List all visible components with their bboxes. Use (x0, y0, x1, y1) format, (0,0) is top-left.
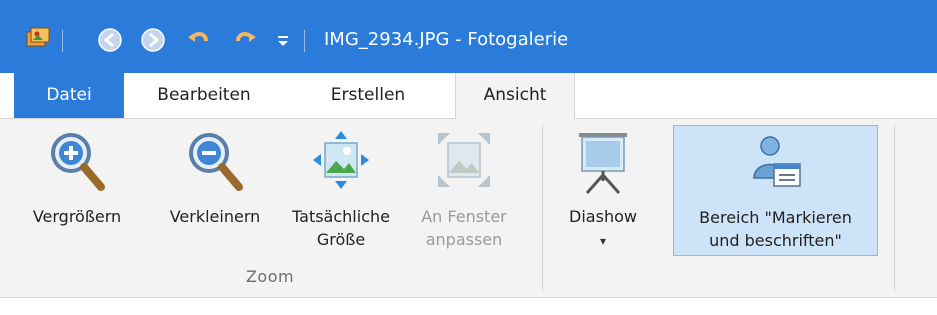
fit-to-window-icon (434, 129, 494, 197)
slideshow-label: Diashow (569, 207, 637, 226)
undo-icon[interactable] (186, 27, 212, 57)
tab-file[interactable]: Datei (14, 73, 124, 119)
slideshow-icon (573, 129, 633, 201)
tag-pane-button[interactable]: Bereich "Markieren und beschriften" (673, 125, 878, 256)
zoom-in-label: Vergrößern (32, 207, 122, 226)
forward-icon[interactable] (140, 27, 166, 57)
zoom-in-button[interactable]: Vergrößern (2, 119, 152, 269)
fit-to-window-label-line1: An Fenster (421, 207, 507, 226)
actual-size-label-line1: Tatsächliche (292, 207, 390, 226)
actual-size-label-line2: Größe (316, 230, 366, 249)
zoom-group-label: Zoom (245, 267, 295, 286)
ribbon-view: Vergrößern Verkleinern Tatsächliche Größ… (0, 119, 937, 299)
tab-view[interactable]: Ansicht (455, 73, 575, 120)
back-icon[interactable] (97, 27, 123, 57)
tag-pane-icon (746, 130, 806, 200)
customize-toolbar-icon[interactable] (276, 33, 290, 52)
zoom-out-label: Verkleinern (169, 207, 261, 226)
tab-create[interactable]: Erstellen (288, 73, 448, 119)
zoom-out-button[interactable]: Verkleinern (153, 119, 277, 269)
chevron-down-icon[interactable]: ▾ (600, 234, 606, 248)
tab-edit[interactable]: Bearbeiten (130, 73, 278, 119)
toolbar-separator (304, 30, 305, 52)
ribbon-tabs: Datei Bearbeiten Erstellen Ansicht (0, 73, 937, 120)
tag-pane-label-line2: und beschriften" (709, 231, 842, 250)
image-viewer-area[interactable] (0, 298, 937, 315)
app-photo-icon[interactable] (25, 26, 51, 54)
toolbar-separator (62, 30, 63, 52)
slideshow-button[interactable]: Diashow ▾ (548, 119, 658, 269)
zoom-in-icon (45, 129, 109, 201)
group-separator (894, 125, 895, 291)
window-title: IMG_2934.JPG - Fotogalerie (324, 29, 569, 50)
group-separator (542, 125, 543, 291)
actual-size-icon (311, 129, 371, 197)
fit-to-window-label-line2: anpassen (425, 230, 503, 249)
title-bar: IMG_2934.JPG - Fotogalerie (0, 0, 937, 73)
tag-pane-label-line1: Bereich "Markieren (699, 208, 852, 227)
fit-to-window-button[interactable]: An Fenster anpassen (403, 119, 525, 269)
actual-size-button[interactable]: Tatsächliche Größe (279, 119, 403, 269)
zoom-out-icon (183, 129, 247, 201)
redo-icon[interactable] (232, 27, 258, 57)
